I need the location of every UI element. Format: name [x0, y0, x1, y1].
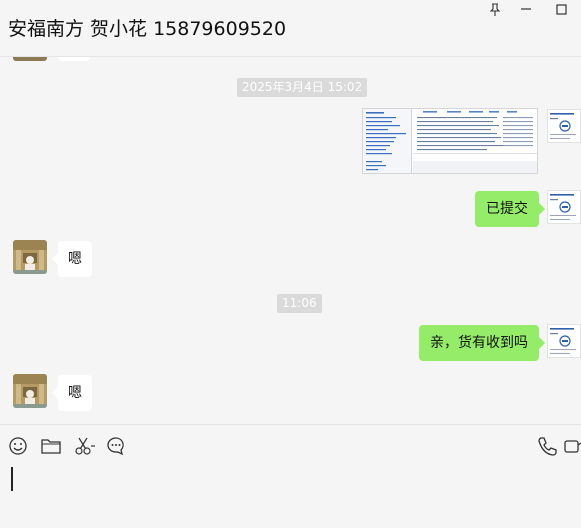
- self-avatar[interactable]: [547, 190, 581, 224]
- video-icon[interactable]: [563, 435, 581, 457]
- contact-avatar[interactable]: [13, 374, 47, 408]
- self-avatar[interactable]: [547, 109, 581, 143]
- timestamp: 2025年3月4日 15:02: [237, 78, 368, 97]
- scissors-icon[interactable]: [73, 435, 97, 457]
- screenshot-image-message[interactable]: [362, 108, 538, 174]
- chat-bubble-icon[interactable]: [105, 435, 127, 457]
- maximize-icon[interactable]: [550, 0, 572, 18]
- partial-message-bubble[interactable]: [58, 57, 90, 61]
- received-message-bubble[interactable]: 嗯: [52, 241, 92, 277]
- timestamp: 11:06: [277, 294, 322, 313]
- minimize-icon[interactable]: [515, 0, 537, 18]
- sent-message-bubble[interactable]: 已提交: [475, 191, 545, 227]
- received-message-bubble[interactable]: 嗯: [52, 375, 92, 411]
- contact-avatar[interactable]: [13, 240, 47, 274]
- chat-title: 安福南方 贺小花 15879609520: [8, 18, 287, 40]
- text-input-caret[interactable]: [11, 467, 13, 491]
- phone-icon[interactable]: [536, 435, 558, 457]
- emoji-icon[interactable]: [7, 435, 29, 457]
- sent-message-bubble[interactable]: 亲，货有收到吗: [419, 325, 545, 361]
- input-area: [0, 424, 581, 528]
- self-avatar[interactable]: [547, 324, 581, 358]
- folder-icon[interactable]: [40, 435, 62, 457]
- chat-header: 安福南方 贺小花 15879609520: [0, 0, 581, 57]
- partial-avatar: [13, 57, 47, 61]
- pin-icon[interactable]: [484, 0, 506, 18]
- chat-message-list[interactable]: 2025年3月4日 15:02 已提交 嗯 11:06 亲，货有收到吗 嗯: [0, 57, 581, 424]
